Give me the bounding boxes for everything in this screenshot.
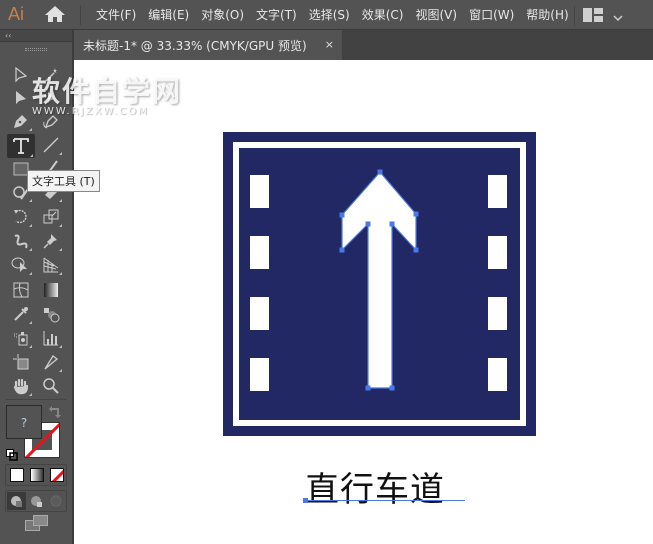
collapse-panel-button[interactable]: ‹‹ [0,30,72,42]
color-button[interactable] [10,468,24,482]
panel-grip[interactable] [25,48,47,51]
document-tab[interactable]: 未标题-1* @ 33.33% (CMYK/GPU 预览) × [74,30,342,60]
direct-selection-tool[interactable] [8,87,34,109]
gradient-tool[interactable] [38,279,64,301]
symbol-sprayer-icon [14,332,28,346]
mesh-icon [13,282,29,298]
perspective-grid-icon [43,257,59,273]
none-button[interactable] [50,468,64,482]
scale-tool[interactable] [38,206,64,228]
default-colors-icon[interactable] [6,446,18,465]
draw-behind-button[interactable] [27,492,46,510]
menu-separator [80,4,81,25]
puppet-pin-icon [43,234,57,249]
eyedropper-icon [14,307,28,321]
workspace-switcher[interactable] [583,7,623,26]
screen-mode-icon[interactable] [25,515,49,535]
direct-selection-icon [16,91,26,104]
menu-bar: Ai 文件(F) 编辑(E) 对象(O) 文字(T) 选择(S) 效果(C) 视… [0,0,653,30]
menu-edit[interactable]: 编辑(E) [148,6,189,23]
gradient-icon [44,283,58,297]
menu-window[interactable]: 窗口(W) [469,6,514,23]
pen-tool[interactable] [8,110,34,132]
shape-builder-tool[interactable] [8,254,34,276]
divider [6,399,66,400]
group-selection-icon [44,92,56,103]
menu-object[interactable]: 对象(O) [201,6,244,23]
selection-tool[interactable] [8,64,34,86]
selection-arrow-icon [15,67,28,83]
color-mode-group [5,464,67,486]
pin-tool[interactable] [38,230,64,252]
menu-separator [574,6,575,26]
type-tool[interactable] [7,134,35,158]
artboard-tool[interactable] [8,351,34,373]
chevron-down-icon [613,7,623,26]
eyedropper-tool[interactable] [8,303,34,325]
column-graph-icon [43,331,58,346]
type-t-icon [13,138,29,154]
menu-file[interactable]: 文件(F) [96,6,136,23]
column-graph-tool[interactable] [38,327,64,349]
rotate-tool[interactable] [8,206,34,228]
sign-caption[interactable]: 直行车道 [305,462,445,511]
curvature-tool[interactable] [38,110,64,132]
draw-mode-group [5,490,67,512]
magnifier-icon [43,378,59,394]
text-baseline [305,500,465,501]
line-segment-icon [43,137,59,153]
draw-normal-button[interactable] [7,492,26,510]
app-logo: Ai [8,4,25,24]
text-anchor-point [303,498,308,503]
blend-tool[interactable] [38,303,64,325]
menu-select[interactable]: 选择(S) [309,6,350,23]
scale-icon [43,209,59,224]
perspective-grid-tool[interactable] [38,254,64,276]
knife-icon [44,355,59,370]
blend-icon [44,308,60,323]
hand-tool[interactable] [8,375,34,397]
magic-wand-icon [45,68,57,82]
group-selection-tool[interactable] [38,87,64,109]
home-icon[interactable] [44,5,66,25]
magic-wand-tool[interactable] [38,64,64,86]
warp-icon [14,234,28,249]
menu-items: 文件(F) 编辑(E) 对象(O) 文字(T) 选择(S) 效果(C) 视图(V… [96,6,581,23]
curvature-icon [43,115,58,129]
tool-tooltip: 文字工具 (T) [27,170,100,192]
menu-view[interactable]: 视图(V) [415,6,457,23]
shape-builder-icon [11,257,27,272]
illustrator-window: Ai 文件(F) 编辑(E) 对象(O) 文字(T) 选择(S) 效果(C) 视… [0,0,653,544]
close-icon[interactable]: × [325,38,334,51]
artboard-icon [13,354,29,370]
rotate-icon [14,209,27,224]
hand-icon [13,378,29,395]
line-segment-tool[interactable] [38,134,64,156]
zoom-tool[interactable] [38,375,64,397]
draw-inside-button[interactable] [47,492,66,510]
swap-colors-icon[interactable] [48,404,62,423]
symbol-sprayer-tool[interactable] [8,327,34,349]
mesh-tool[interactable] [8,279,34,301]
menu-effect[interactable]: 效果(C) [362,6,404,23]
pen-icon [14,115,27,128]
fill-swatch[interactable]: ? [6,405,42,439]
slice-tool[interactable] [38,351,64,373]
gradient-button[interactable] [30,468,44,482]
document-tab-title: 未标题-1* @ 33.33% (CMYK/GPU 预览) [83,38,307,53]
warp-tool[interactable] [8,230,34,252]
menu-type[interactable]: 文字(T) [256,6,297,23]
document-tab-bar: 未标题-1* @ 33.33% (CMYK/GPU 预览) × [74,30,653,60]
menu-help[interactable]: 帮助(H) [526,6,568,23]
workspace-layout-icon [583,7,605,26]
